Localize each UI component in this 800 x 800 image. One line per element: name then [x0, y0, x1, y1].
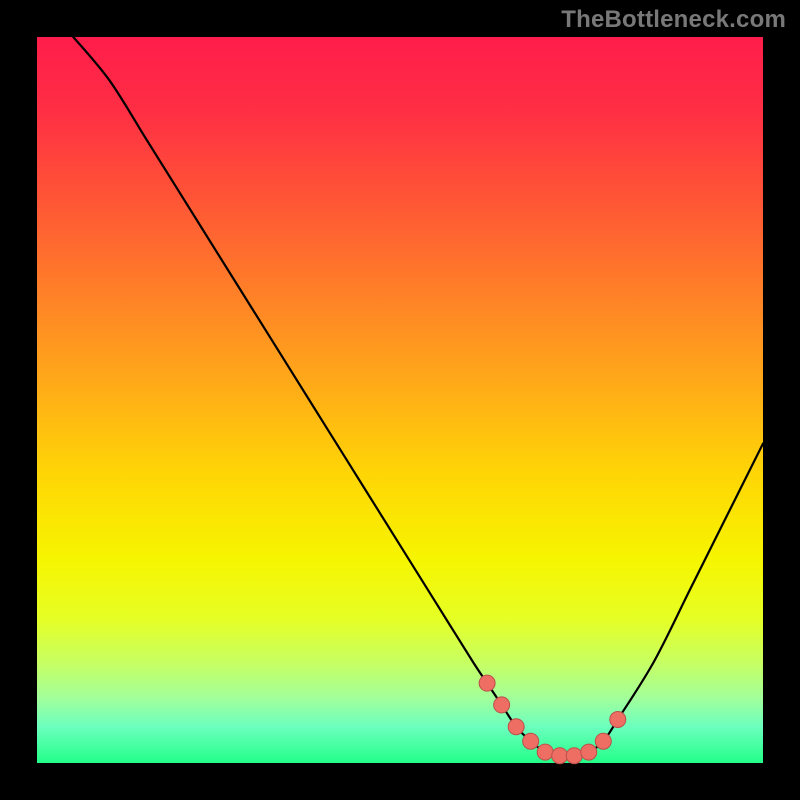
sweet-spot-marker — [581, 744, 597, 760]
sweet-spot-marker — [552, 748, 568, 764]
sweet-spot-marker — [523, 733, 539, 749]
sweet-spot-marker — [494, 697, 510, 713]
sweet-spot-marker — [508, 719, 524, 735]
sweet-spot-marker — [610, 711, 626, 727]
chart-stage: TheBottleneck.com — [0, 0, 800, 800]
sweet-spot-marker — [566, 748, 582, 764]
sweet-spot-marker — [595, 733, 611, 749]
watermark-text: TheBottleneck.com — [561, 6, 786, 34]
sweet-spot-marker — [537, 744, 553, 760]
sweet-spot-marker — [479, 675, 495, 691]
bottleneck-chart — [0, 0, 800, 800]
chart-gradient-background — [37, 37, 763, 763]
